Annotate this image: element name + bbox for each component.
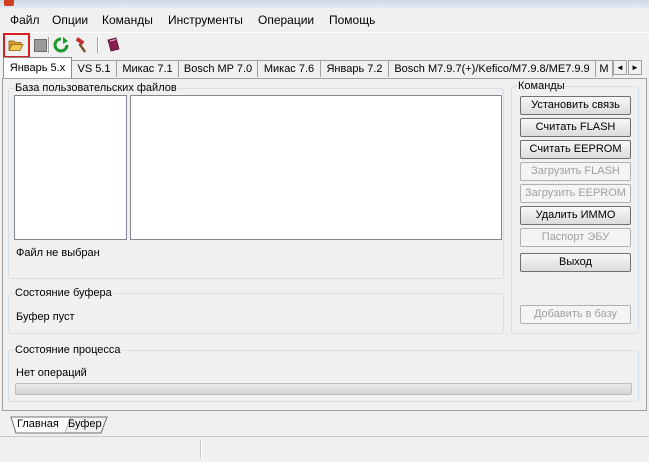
refresh-icon[interactable] — [52, 36, 70, 54]
remove-immo-button[interactable]: Удалить ИММО — [520, 206, 631, 225]
menu-options[interactable]: Опции — [52, 13, 88, 27]
title-bar — [0, 0, 649, 8]
file-list[interactable] — [130, 95, 502, 240]
status-bar — [0, 436, 649, 462]
toolbar-separator — [48, 37, 50, 53]
read-eeprom-button[interactable]: Считать EEPROM — [520, 140, 631, 159]
process-title: Состояние процесса — [14, 344, 122, 356]
status-separator — [200, 440, 202, 458]
tab-more[interactable]: M — [595, 60, 613, 77]
menu-help[interactable]: Помощь — [329, 13, 375, 27]
process-status-text: Нет операций — [16, 367, 87, 379]
book-icon[interactable] — [104, 36, 122, 54]
add-to-db-button[interactable]: Добавить в базу — [520, 305, 631, 324]
buffer-status-text: Буфер пуст — [16, 311, 75, 323]
tab-bosch-m797[interactable]: Bosch M7.9.7(+)/Kefico/M7.9.8/ME7.9.9 — [388, 60, 596, 77]
write-flash-button[interactable]: Загрузить FLASH — [520, 162, 631, 181]
exit-button[interactable]: Выход — [520, 253, 631, 272]
connect-button[interactable]: Установить связь — [520, 96, 631, 115]
folder-list[interactable] — [14, 95, 127, 240]
file-status-text: Файл не выбран — [16, 247, 100, 259]
tab-mikas-71[interactable]: Микас 7.1 — [116, 60, 179, 77]
menu-commands[interactable]: Команды — [102, 13, 153, 27]
read-flash-button[interactable]: Считать FLASH — [520, 118, 631, 137]
commands-title: Команды — [517, 80, 566, 92]
app-icon — [4, 0, 14, 6]
highlight-box — [3, 33, 30, 58]
stop-icon[interactable] — [31, 36, 49, 54]
user-files-title: База пользовательских файлов — [14, 82, 178, 94]
menu-bar: Файл Опции Команды Инструменты Операции … — [0, 10, 649, 32]
tab-vs-51[interactable]: VS 5.1 — [71, 60, 117, 77]
menu-operations[interactable]: Операции — [258, 13, 314, 27]
tab-bar: Январь 5.x VS 5.1 Микас 7.1 Bosch MP 7.0… — [0, 57, 649, 79]
tab-yanvar-72[interactable]: Январь 7.2 — [320, 60, 389, 77]
toolbar — [0, 32, 649, 57]
progress-bar — [15, 383, 632, 395]
ecu-passport-button[interactable]: Паспорт ЭБУ — [520, 228, 631, 247]
hammer-icon[interactable] — [74, 36, 92, 54]
tab-scroll-right-icon[interactable]: ► — [628, 60, 642, 75]
tab-mikas-76[interactable]: Микас 7.6 — [257, 60, 321, 77]
bottom-tab-main[interactable]: Главная — [17, 417, 59, 433]
bottom-tab-buffer[interactable]: Буфер — [68, 417, 102, 433]
menu-file[interactable]: Файл — [10, 13, 40, 27]
toolbar-separator — [97, 37, 99, 53]
tab-yanvar-5x[interactable]: Январь 5.x — [3, 57, 72, 78]
tab-scroll-left-icon[interactable]: ◄ — [613, 60, 627, 75]
tab-bosch-mp70[interactable]: Bosch MP 7.0 — [178, 60, 258, 77]
menu-tools[interactable]: Инструменты — [168, 13, 243, 27]
buffer-title: Состояние буфера — [14, 287, 113, 299]
write-eeprom-button[interactable]: Загрузить EEPROM — [520, 184, 631, 203]
buffer-group: Состояние буфера — [8, 287, 504, 334]
